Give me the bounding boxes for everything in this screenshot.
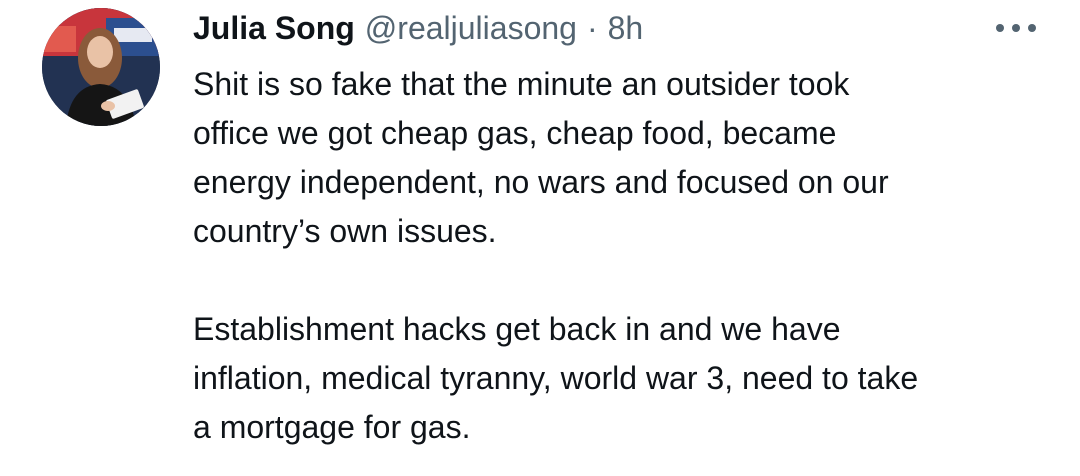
display-name[interactable]: Julia Song <box>193 8 355 48</box>
more-options-button[interactable] <box>996 16 1036 40</box>
tweet[interactable]: Julia Song @realjuliasong · 8h Shit is s… <box>0 0 1080 476</box>
tweet-header: Julia Song @realjuliasong · 8h <box>193 8 643 48</box>
tweet-paragraph: Establishment hacks get back in and we h… <box>193 305 1063 452</box>
text-line: Establishment hacks get back in and we h… <box>193 311 841 347</box>
text-line: country’s own issues. <box>193 213 497 249</box>
text-line: inflation, medical tyranny, world war 3,… <box>193 360 919 396</box>
tweet-paragraph: Shit is so fake that the minute an outsi… <box>193 60 1063 256</box>
text-line: Shit is so fake that the minute an outsi… <box>193 66 850 102</box>
profile-photo <box>42 8 160 126</box>
tweet-text: Shit is so fake that the minute an outsi… <box>193 60 1063 452</box>
text-line: a mortgage for gas. <box>193 409 471 445</box>
avatar[interactable] <box>42 8 160 126</box>
more-horizontal-icon <box>996 24 1036 32</box>
text-line: energy independent, no wars and focused … <box>193 164 889 200</box>
user-handle[interactable]: @realjuliasong <box>365 8 577 48</box>
separator-dot: · <box>586 10 598 46</box>
timestamp[interactable]: 8h <box>608 8 644 48</box>
text-line: office we got cheap gas, cheap food, bec… <box>193 115 837 151</box>
